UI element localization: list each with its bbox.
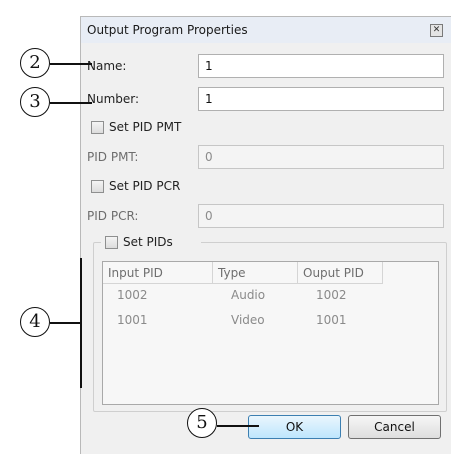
cell-output-pid: 1001 <box>316 313 347 327</box>
callout-2: 2 <box>20 48 50 78</box>
column-header-type[interactable]: Type <box>213 262 298 284</box>
set-pids-checkbox[interactable] <box>105 236 118 249</box>
number-label: Number: <box>87 92 140 106</box>
callout-4-bracket <box>80 258 82 388</box>
set-pid-pcr-label[interactable]: Set PID PCR <box>109 179 180 193</box>
cell-input-pid: 1002 <box>117 288 148 302</box>
callout-3-line <box>50 102 92 104</box>
pid-pcr-label: PID PCR: <box>87 209 139 223</box>
set-pid-pcr-checkbox[interactable] <box>91 180 104 193</box>
column-header-output-pid[interactable]: Ouput PID <box>298 262 383 284</box>
set-pids-label[interactable]: Set PIDs <box>123 235 173 249</box>
group-legend: Set PIDs <box>101 234 201 252</box>
pid-pcr-input[interactable]: 0 <box>198 204 444 228</box>
name-label: Name: <box>87 59 127 73</box>
number-input[interactable]: 1 <box>198 87 444 111</box>
pid-pmt-input[interactable]: 0 <box>198 145 444 169</box>
cancel-button[interactable]: Cancel <box>348 415 441 439</box>
output-program-properties-dialog: Output Program Properties ✕ Name: 1 Numb… <box>80 16 451 454</box>
set-pid-pmt-label[interactable]: Set PID PMT <box>109 120 181 134</box>
callout-4: 4 <box>20 307 50 337</box>
cell-input-pid: 1001 <box>117 313 148 327</box>
cell-type: Audio <box>231 288 266 302</box>
cell-output-pid: 1002 <box>316 288 347 302</box>
callout-5: 5 <box>187 408 217 438</box>
ok-button[interactable]: OK <box>248 415 341 439</box>
pid-table[interactable]: Input PID Type Ouput PID 1002 Audio 1002… <box>102 261 439 405</box>
table-row[interactable]: 1002 Audio 1002 <box>103 288 438 308</box>
pid-pmt-label: PID PMT: <box>87 150 139 164</box>
callout-5-line <box>217 425 259 427</box>
name-input[interactable]: 1 <box>198 54 444 78</box>
table-row[interactable]: 1001 Video 1001 <box>103 313 438 333</box>
column-header-input-pid[interactable]: Input PID <box>103 262 213 284</box>
callout-3: 3 <box>20 87 50 117</box>
window-title: Output Program Properties <box>87 23 248 37</box>
title-bar[interactable]: Output Program Properties ✕ <box>81 17 451 43</box>
cell-type: Video <box>231 313 265 327</box>
callout-4-line <box>50 322 80 324</box>
callout-2-line <box>50 63 92 65</box>
set-pid-pmt-checkbox[interactable] <box>91 121 104 134</box>
close-icon[interactable]: ✕ <box>430 24 443 37</box>
